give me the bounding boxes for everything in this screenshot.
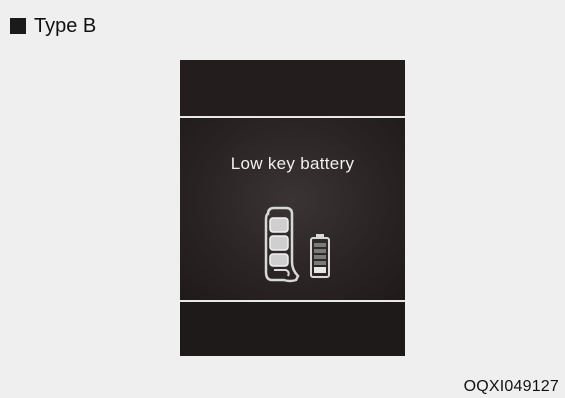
display-top-band — [180, 60, 405, 116]
type-label-text: Type B — [34, 15, 97, 37]
smart-key-icon — [264, 206, 300, 283]
bullet-square-icon — [10, 18, 26, 34]
figure-code: OQXI049127 — [463, 378, 559, 395]
type-label: Type B — [10, 16, 96, 36]
battery-low-icon — [310, 234, 330, 278]
warning-message: Low key battery — [230, 154, 355, 173]
display-bottom-divider — [180, 300, 405, 302]
cluster-display: Low key battery — [180, 60, 405, 356]
